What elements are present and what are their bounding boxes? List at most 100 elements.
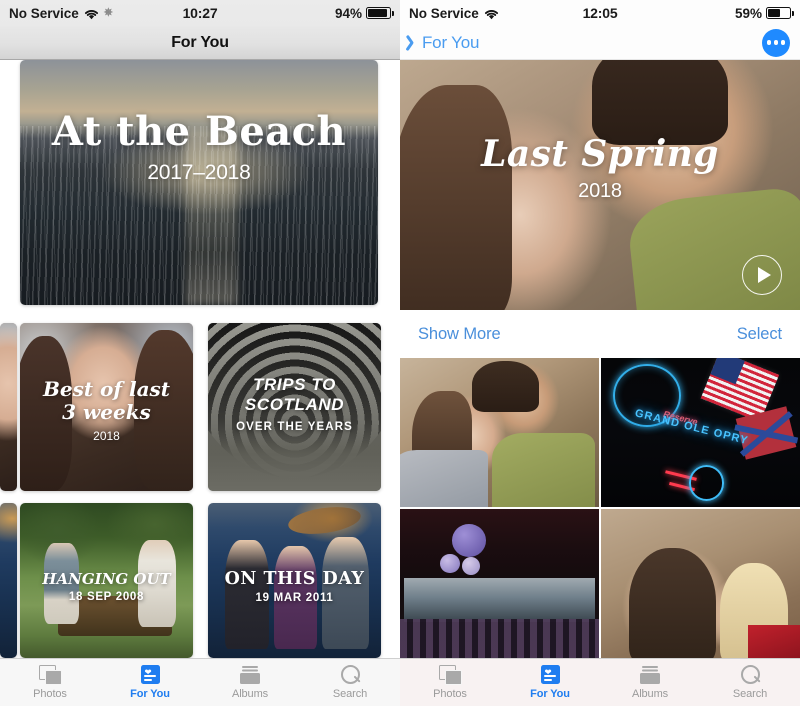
tab-for-you[interactable]: ❤ For You [500, 665, 600, 700]
activity-spinner-icon: ✵ [103, 6, 114, 19]
stage [403, 577, 595, 623]
screenshot-pair: No Service ✵ 10:27 94% For You At the Be… [0, 0, 800, 706]
photo-grid: Reserve GRAND OLE OPRY [400, 358, 800, 658]
tab-search[interactable]: Search [700, 665, 800, 700]
tab-for-you[interactable]: ❤ For You [100, 665, 200, 700]
memory-title: ON THIS DAY [224, 569, 365, 589]
carrier-label: No Service [9, 5, 79, 21]
memory-card-trips-to-scotland[interactable]: TRIPS TO SCOTLAND OVER THE YEARS [208, 323, 381, 491]
photo-thumbnail-two-women-selfie[interactable] [601, 509, 800, 658]
memory-card-text: Best of last 3 weeks 2018 [20, 377, 193, 443]
memory-card-best-of-last-3-weeks[interactable]: Best of last 3 weeks 2018 [20, 323, 193, 491]
chevron-left-icon [408, 34, 419, 52]
peek-thumbnail [0, 503, 17, 658]
memory-hero-last-spring[interactable]: Last Spring 2018 [400, 60, 800, 310]
memory-title-line1: TRIPS TO [253, 375, 336, 394]
balloon-3 [461, 556, 480, 575]
for-you-feed[interactable]: At the Beach 2017–2018 Best of last 3 we… [0, 60, 400, 706]
memory-card-text: TRIPS TO SCOTLAND OVER THE YEARS [208, 375, 381, 433]
search-icon [739, 665, 762, 685]
memory-title: Last Spring [481, 133, 719, 175]
tab-albums[interactable]: Albums [600, 665, 700, 700]
battery-percent-label: 94% [334, 5, 362, 21]
balloon-2 [439, 553, 460, 574]
battery-icon [366, 7, 394, 19]
photo-thumbnail-grand-ole-opry[interactable]: Reserve GRAND OLE OPRY [601, 358, 800, 507]
memory-title-line1: Best of last [42, 377, 171, 401]
memory-subtitle: 2018 [578, 180, 622, 202]
tab-label: Albums [631, 688, 669, 700]
right-screen-memory-detail: No Service 12:05 59% For You Last Spring… [400, 0, 800, 706]
page-title: For You [171, 33, 229, 51]
memory-card-peek-left-2[interactable] [0, 503, 17, 658]
crowd [400, 619, 599, 658]
battery-icon [766, 7, 794, 19]
memory-card-peek-left[interactable] [0, 323, 17, 491]
memory-row-1: Best of last 3 weeks 2018 TRIPS TO SCOTL… [0, 323, 400, 491]
memory-card-at-the-beach[interactable]: At the Beach 2017–2018 [20, 60, 378, 305]
more-options-button[interactable] [762, 28, 790, 57]
red-seat [748, 625, 800, 658]
search-icon [339, 665, 362, 685]
memory-subtitle: 2018 [93, 428, 120, 443]
tab-photos[interactable]: Photos [400, 665, 500, 700]
neon-ring-2 [688, 465, 725, 502]
memory-card-text: ON THIS DAY 19 MAR 2011 [208, 569, 381, 604]
memory-title-line2: 3 weeks [62, 399, 151, 424]
photo-thumbnail-venue-stage[interactable] [400, 509, 599, 658]
left-screen-for-you: No Service ✵ 10:27 94% For You At the Be… [0, 0, 400, 706]
tab-label: For You [530, 688, 570, 700]
memory-subtitle: 2017–2018 [147, 161, 251, 184]
memory-subtitle: 19 MAR 2011 [255, 592, 334, 605]
tab-label: Albums [231, 688, 269, 700]
status-right: 94% [334, 5, 394, 21]
navigation-bar: For You [0, 26, 400, 60]
status-right: 59% [734, 5, 794, 21]
memory-subtitle: 18 SEP 2008 [68, 591, 145, 604]
select-button[interactable]: Select [737, 325, 782, 344]
tab-albums[interactable]: Albums [200, 665, 300, 700]
memory-title: HANGING OUT [42, 570, 171, 588]
hair-dark [628, 547, 717, 658]
photo-thumbnail-couple-selfie[interactable] [400, 358, 599, 507]
status-bar: No Service ✵ 10:27 94% [0, 0, 400, 26]
status-left: No Service [409, 6, 499, 21]
for-you-icon: ❤ [540, 665, 560, 684]
row-gap [193, 503, 205, 658]
peek-thumbnail [0, 323, 17, 491]
status-bar: No Service 12:05 59% [400, 0, 800, 26]
back-button[interactable]: For You [400, 33, 479, 53]
for-you-icon: ❤ [140, 665, 160, 684]
play-icon[interactable] [742, 255, 782, 295]
memory-hero-text: Last Spring 2018 [400, 136, 800, 203]
jacket [400, 450, 488, 507]
tab-label: Photos [433, 688, 467, 700]
tab-photos[interactable]: Photos [0, 665, 100, 700]
memory-subtitle: OVER THE YEARS [236, 420, 353, 433]
tab-label: Photos [33, 688, 67, 700]
balloon-1 [451, 523, 486, 557]
battery-percent-label: 59% [734, 5, 762, 21]
photos-icon [438, 665, 462, 685]
memory-card-text: At the Beach 2017–2018 [20, 112, 378, 185]
tab-bar[interactable]: Photos ❤ For You Albums Search [400, 658, 800, 706]
row-gap [193, 323, 205, 491]
albums-icon [239, 665, 262, 685]
tab-bar[interactable]: Photos ❤ For You Albums Search [0, 658, 400, 706]
tab-label: Search [732, 688, 768, 700]
wifi-icon [484, 8, 499, 19]
carrier-label: No Service [409, 5, 479, 21]
status-left: No Service ✵ [9, 6, 113, 21]
memory-card-text: HANGING OUT 18 SEP 2008 [20, 570, 193, 604]
memory-card-hanging-out[interactable]: HANGING OUT 18 SEP 2008 [20, 503, 193, 658]
photos-icon [38, 665, 62, 685]
hair-man [471, 360, 540, 412]
tab-search[interactable]: Search [300, 665, 400, 700]
tab-label: Search [332, 688, 368, 700]
show-more-button[interactable]: Show More [418, 325, 501, 344]
memory-title-line2: SCOTLAND [244, 395, 345, 415]
tab-label: For You [130, 688, 170, 700]
memory-title: At the Beach [51, 108, 347, 155]
memory-action-bar: Show More Select [400, 310, 800, 358]
memory-card-on-this-day[interactable]: ON THIS DAY 19 MAR 2011 [208, 503, 381, 658]
